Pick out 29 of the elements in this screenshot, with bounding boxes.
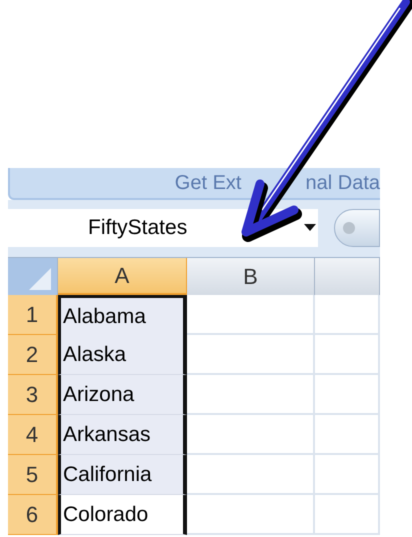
table-cell: Arizona	[58, 375, 187, 415]
row-header[interactable]: 1	[8, 295, 58, 335]
empty-cell	[315, 415, 380, 455]
select-all-corner[interactable]	[8, 258, 58, 295]
table-cell: Colorado	[58, 495, 187, 535]
formula-bar-button[interactable]	[334, 208, 380, 246]
table-cell: Alabama	[58, 295, 187, 335]
column-header[interactable]: B	[187, 258, 315, 295]
row-header[interactable]: 6	[8, 495, 58, 535]
empty-cell	[315, 375, 380, 415]
button-knob-icon	[343, 222, 355, 234]
empty-cell	[315, 295, 380, 335]
row-header[interactable]: 3	[8, 375, 58, 415]
group-label: nal Data	[306, 171, 380, 196]
corner-triangle-icon	[29, 268, 51, 290]
table-cell: Arkansas	[58, 415, 187, 455]
column-header[interactable]	[315, 258, 380, 295]
group-label: Get Ext	[174, 171, 242, 196]
dropdown-caret-icon[interactable]	[304, 224, 316, 232]
row-header[interactable]: 5	[8, 455, 58, 495]
table-cell: Alaska	[58, 335, 187, 375]
empty-cell	[315, 455, 380, 495]
row-header[interactable]: 4	[8, 415, 58, 455]
empty-cell	[315, 335, 380, 375]
name-box-value: FiftyStates	[88, 214, 188, 241]
column-header[interactable]: A	[58, 258, 187, 295]
empty-cell	[315, 495, 380, 535]
row-header[interactable]: 2	[8, 335, 58, 375]
table-cell: California	[58, 455, 187, 495]
